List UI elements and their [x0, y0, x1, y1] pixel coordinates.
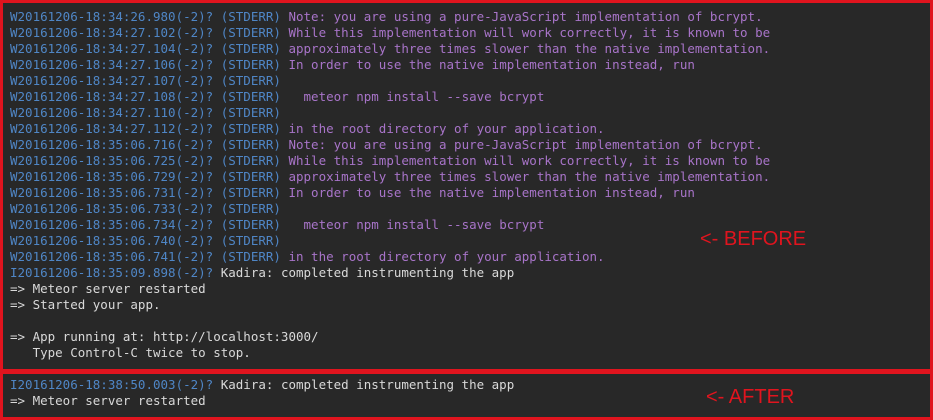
log-timestamp: W20161206-18:34:27.112(-2)?	[10, 121, 214, 136]
log-message: While this implementation will work corr…	[288, 25, 771, 40]
log-line: W20161206-18:34:27.107(-2)? (STDERR)	[10, 73, 770, 89]
log-line: W20161206-18:35:06.740(-2)? (STDERR)	[10, 233, 770, 249]
log-message: Note: you are using a pure-JavaScript im…	[288, 9, 763, 24]
log-timestamp: I20161206-18:38:50.003(-2)?	[10, 377, 214, 392]
log-line: W20161206-18:34:27.110(-2)? (STDERR)	[10, 105, 770, 121]
log-stream-tag: (STDERR)	[220, 233, 281, 248]
log-message: => Meteor server restarted	[10, 393, 206, 408]
log-timestamp: W20161206-18:35:06.734(-2)?	[10, 217, 214, 232]
log-stream-tag: (STDERR)	[220, 25, 281, 40]
log-timestamp: W20161206-18:34:27.108(-2)?	[10, 89, 214, 104]
before-log-output: W20161206-18:34:26.980(-2)? (STDERR) Not…	[10, 9, 770, 361]
log-message: Note: you are using a pure-JavaScript im…	[288, 137, 763, 152]
log-stream-tag: (STDERR)	[220, 121, 281, 136]
log-line: W20161206-18:35:06.729(-2)? (STDERR) app…	[10, 169, 770, 185]
after-label: <- AFTER	[706, 386, 795, 408]
log-message: meteor npm install --save bcrypt	[288, 217, 545, 232]
log-timestamp: W20161206-18:34:27.102(-2)?	[10, 25, 214, 40]
log-message: in the root directory of your applicatio…	[288, 121, 605, 136]
log-line: I20161206-18:38:50.003(-2)? Kadira: comp…	[10, 377, 514, 393]
log-timestamp: W20161206-18:34:27.104(-2)?	[10, 41, 214, 56]
log-timestamp: W20161206-18:35:06.740(-2)?	[10, 233, 214, 248]
log-message: => Started your app.	[10, 297, 161, 312]
log-stream-tag: (STDERR)	[220, 217, 281, 232]
before-label: <- BEFORE	[700, 228, 807, 250]
log-stream-tag: (STDERR)	[220, 249, 281, 264]
log-stream-tag: (STDERR)	[220, 89, 281, 104]
log-stream-tag: (STDERR)	[220, 41, 281, 56]
log-line: W20161206-18:34:27.108(-2)? (STDERR) met…	[10, 89, 770, 105]
log-stream-tag: (STDERR)	[220, 153, 281, 168]
log-message: In order to use the native implementatio…	[288, 57, 695, 72]
log-line: W20161206-18:35:06.716(-2)? (STDERR) Not…	[10, 137, 770, 153]
log-message: In order to use the native implementatio…	[288, 185, 695, 200]
log-stream-tag: (STDERR)	[220, 201, 281, 216]
log-timestamp: W20161206-18:35:06.716(-2)?	[10, 137, 214, 152]
log-line: W20161206-18:35:06.725(-2)? (STDERR) Whi…	[10, 153, 770, 169]
after-log-output: I20161206-18:38:50.003(-2)? Kadira: comp…	[10, 377, 514, 409]
log-line: W20161206-18:34:27.112(-2)? (STDERR) in …	[10, 121, 770, 137]
log-stream-tag: (STDERR)	[220, 9, 281, 24]
log-stream-tag: (STDERR)	[220, 73, 281, 88]
log-timestamp: W20161206-18:34:27.110(-2)?	[10, 105, 214, 120]
log-line: W20161206-18:35:06.731(-2)? (STDERR) In …	[10, 185, 770, 201]
log-message: Kadira: completed instrumenting the app	[220, 265, 515, 280]
log-stream-tag: (STDERR)	[220, 57, 281, 72]
log-message: approximately three times slower than th…	[288, 41, 771, 56]
log-line: W20161206-18:35:06.733(-2)? (STDERR)	[10, 201, 770, 217]
log-message: While this implementation will work corr…	[288, 153, 771, 168]
log-stream-tag: (STDERR)	[220, 105, 281, 120]
log-line: I20161206-18:35:09.898(-2)? Kadira: comp…	[10, 265, 770, 281]
log-line: W20161206-18:35:06.734(-2)? (STDERR) met…	[10, 217, 770, 233]
log-timestamp: W20161206-18:35:06.731(-2)?	[10, 185, 214, 200]
log-message: Type Control-C twice to stop.	[10, 345, 251, 360]
log-line: => App running at: http://localhost:3000…	[10, 329, 770, 345]
log-stream-tag: (STDERR)	[220, 185, 281, 200]
log-timestamp: W20161206-18:34:27.107(-2)?	[10, 73, 214, 88]
log-timestamp: I20161206-18:35:09.898(-2)?	[10, 265, 214, 280]
log-timestamp: W20161206-18:35:06.725(-2)?	[10, 153, 214, 168]
log-line: W20161206-18:34:27.104(-2)? (STDERR) app…	[10, 41, 770, 57]
log-message: approximately three times slower than th…	[288, 169, 771, 184]
log-line: W20161206-18:34:27.106(-2)? (STDERR) In …	[10, 57, 770, 73]
log-timestamp: W20161206-18:34:27.106(-2)?	[10, 57, 214, 72]
log-message: in the root directory of your applicatio…	[288, 249, 605, 264]
log-line: => Meteor server restarted	[10, 281, 770, 297]
log-message: => Meteor server restarted	[10, 281, 206, 296]
log-message: Kadira: completed instrumenting the app	[220, 377, 515, 392]
log-message: meteor npm install --save bcrypt	[288, 89, 545, 104]
log-line: W20161206-18:34:27.102(-2)? (STDERR) Whi…	[10, 25, 770, 41]
terminal-window: W20161206-18:34:26.980(-2)? (STDERR) Not…	[0, 0, 933, 420]
log-line: => Meteor server restarted	[10, 393, 514, 409]
log-line: => Started your app.	[10, 297, 770, 313]
log-line: W20161206-18:34:26.980(-2)? (STDERR) Not…	[10, 9, 770, 25]
log-line: Type Control-C twice to stop.	[10, 345, 770, 361]
log-message: => App running at: http://localhost:3000…	[10, 329, 319, 344]
log-stream-tag: (STDERR)	[220, 137, 281, 152]
log-timestamp: W20161206-18:35:06.741(-2)?	[10, 249, 214, 264]
log-line: W20161206-18:35:06.741(-2)? (STDERR) in …	[10, 249, 770, 265]
log-timestamp: W20161206-18:35:06.729(-2)?	[10, 169, 214, 184]
log-stream-tag: (STDERR)	[220, 169, 281, 184]
log-timestamp: W20161206-18:34:26.980(-2)?	[10, 9, 214, 24]
log-timestamp: W20161206-18:35:06.733(-2)?	[10, 201, 214, 216]
